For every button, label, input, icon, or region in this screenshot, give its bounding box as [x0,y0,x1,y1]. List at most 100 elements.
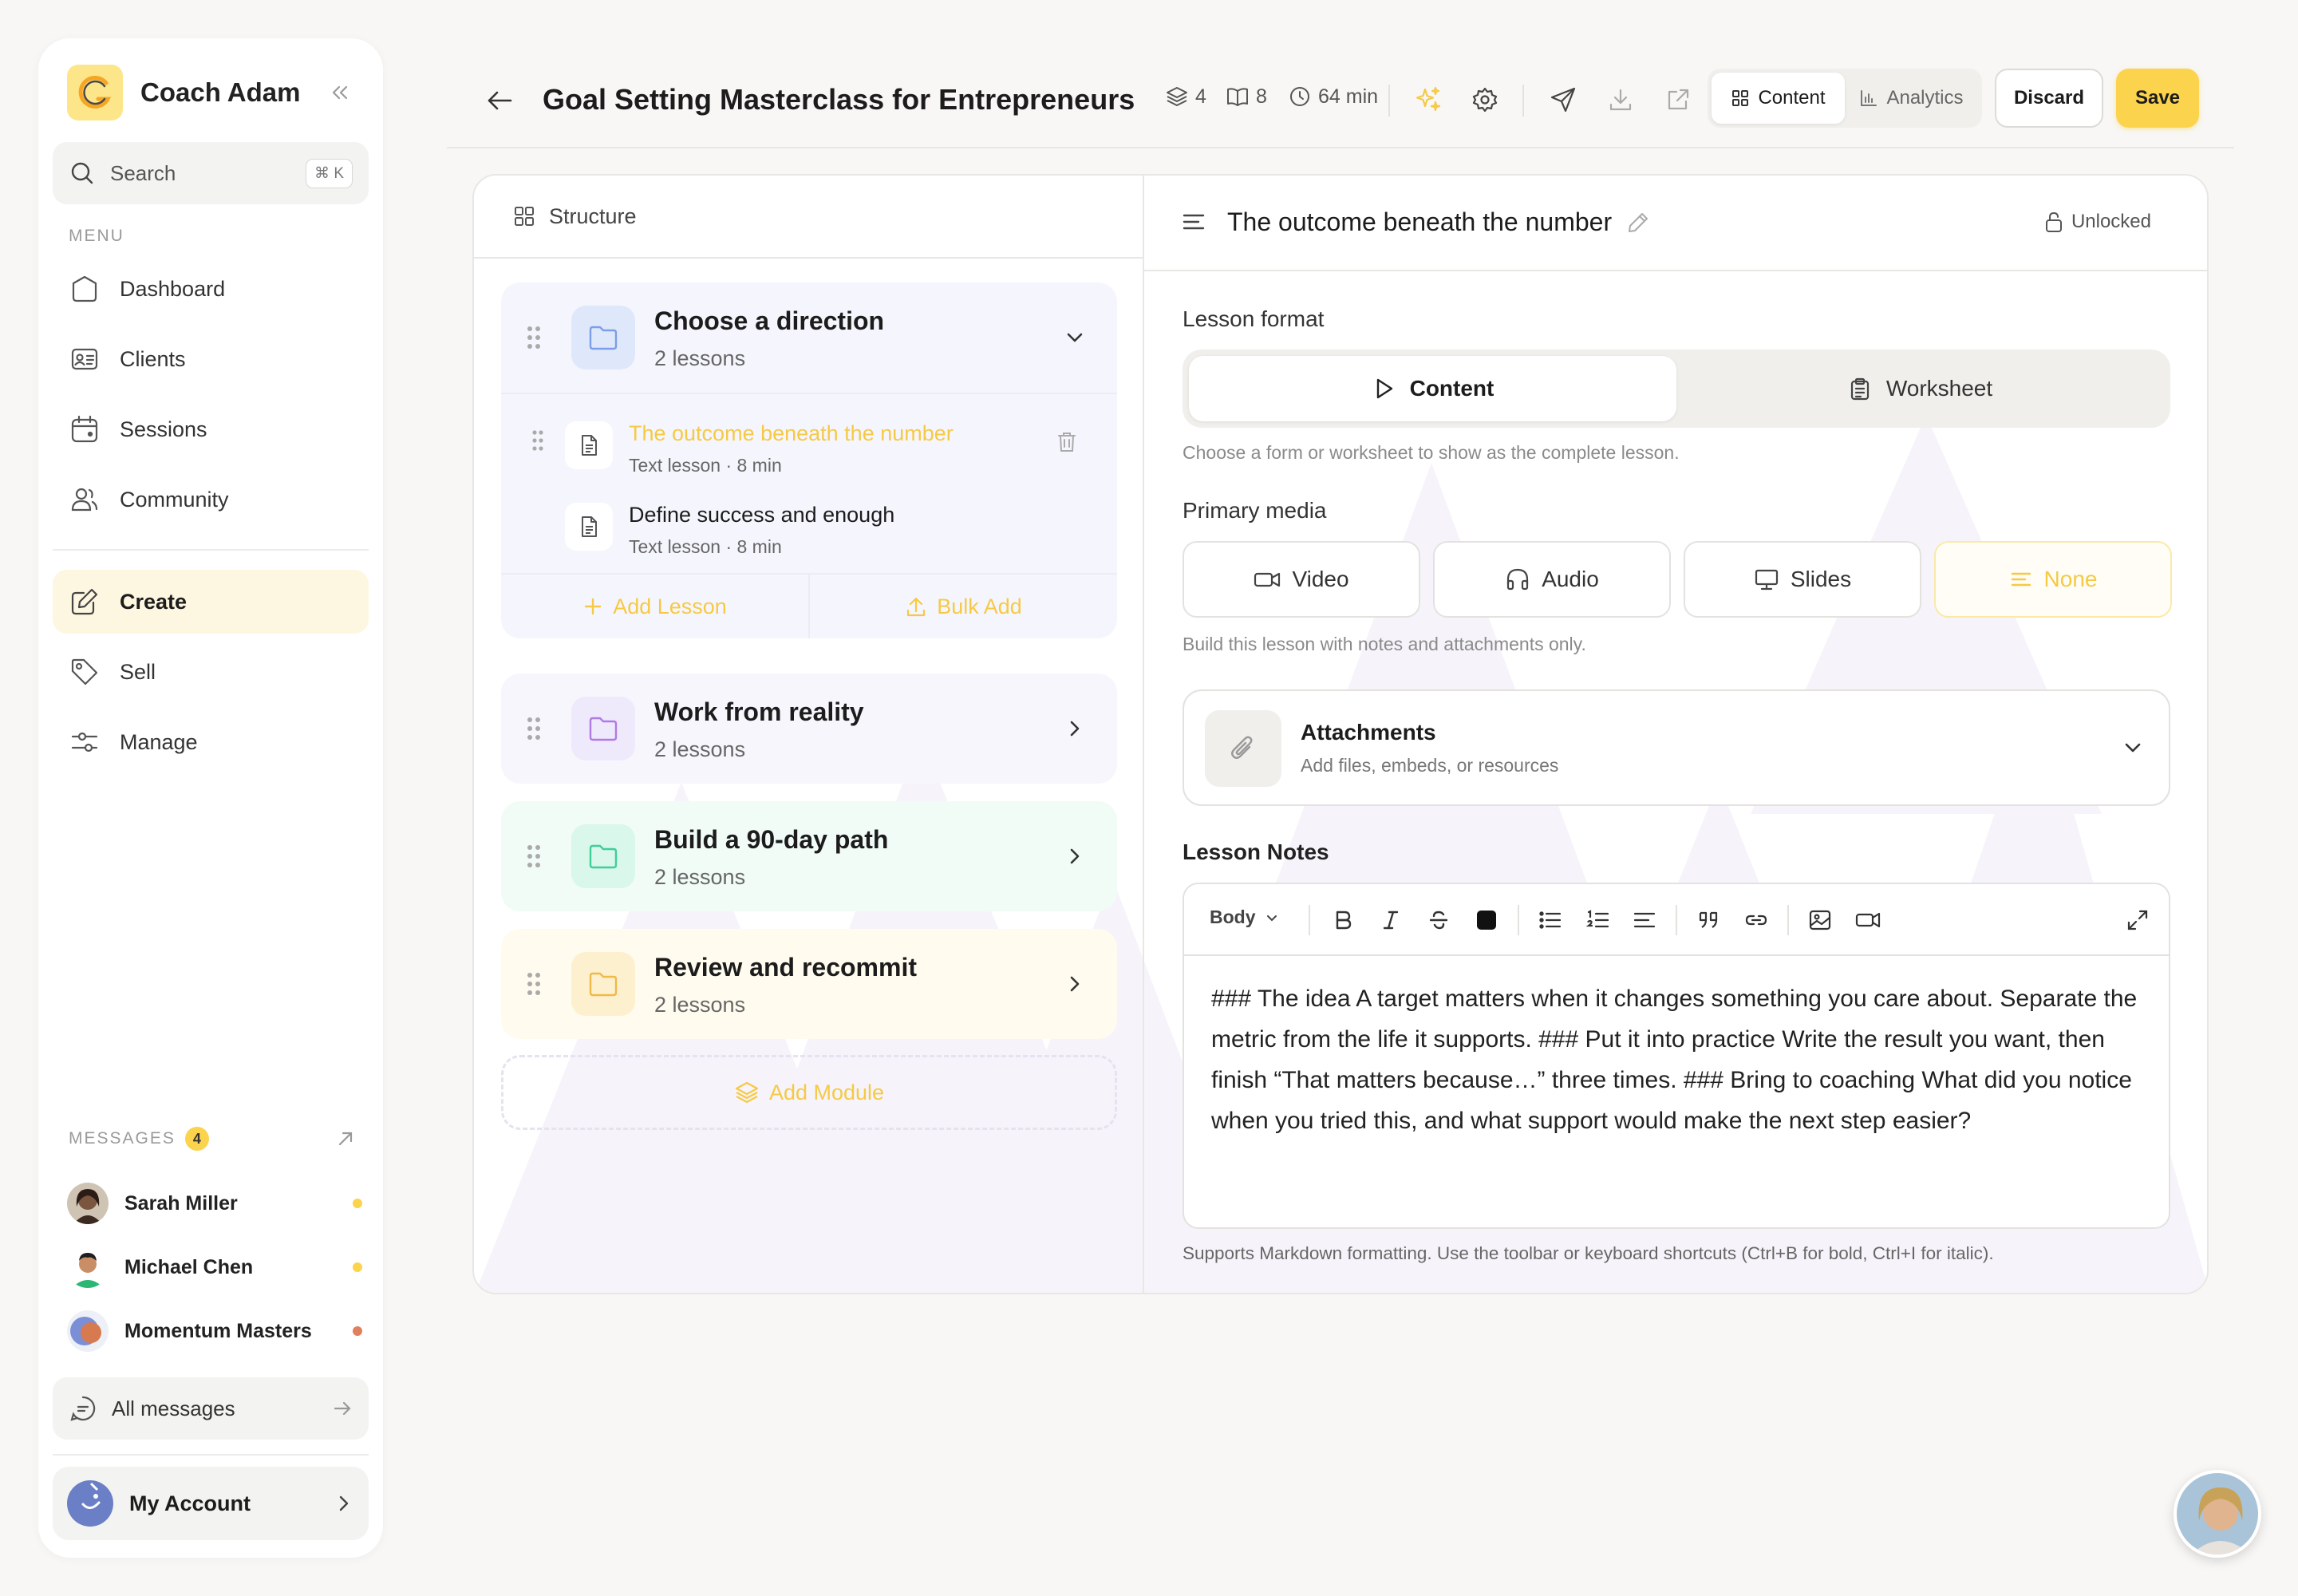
media-video-option[interactable]: Video [1183,541,1420,618]
drag-handle-icon[interactable] [527,971,541,997]
tab-content-label: Content [1758,87,1826,109]
sidebar: Coach Adam Search ⌘ K MENU Dashboard Cli… [38,38,383,1558]
message-item[interactable]: Michael Chen [67,1242,362,1293]
media-audio-option[interactable]: Audio [1433,541,1671,618]
media-none-option[interactable]: None [1934,541,2172,618]
bulk-add-button[interactable]: Bulk Add [808,575,1117,638]
gear-icon[interactable] [1468,83,1502,117]
support-chat-avatar[interactable] [2174,1470,2261,1558]
bulk-add-label: Bulk Add [937,594,1022,618]
lesson-notes-content[interactable]: ### The idea A target matters when it ch… [1211,978,2145,1141]
all-messages-button[interactable]: All messages [53,1377,369,1440]
lock-status[interactable]: Unlocked [2044,211,2151,233]
add-lesson-button[interactable]: Add Lesson [501,575,808,638]
format-content-option[interactable]: Content [1189,356,1676,421]
module-card[interactable]: Review and recommit 2 lessons [501,929,1117,1039]
discard-button[interactable]: Discard [1995,69,2103,128]
brand[interactable]: Coach Adam [67,61,354,124]
nav-community[interactable]: Community [53,468,369,531]
text-color-icon[interactable] [1473,907,1500,934]
tab-content[interactable]: Content [1712,73,1845,124]
structure-title: Structure [549,203,637,228]
drag-handle-icon[interactable] [527,716,541,741]
message-item[interactable]: Sarah Miller [67,1178,362,1229]
nav-sessions[interactable]: Sessions [53,397,369,461]
drag-handle-icon[interactable] [527,843,541,869]
edit-icon [69,586,101,618]
tab-analytics[interactable]: Analytics [1845,73,1978,124]
quote-icon[interactable] [1695,907,1722,934]
toolbar-separator [1522,85,1524,117]
module-header[interactable]: Work from reality 2 lessons [501,674,1117,784]
chevron-right-icon[interactable] [1063,972,1087,996]
attachments-section[interactable]: Attachments Add files, embeds, or resour… [1183,689,2170,806]
folder-icon [571,952,635,1016]
video-icon[interactable] [1854,907,1881,934]
image-icon[interactable] [1806,907,1834,934]
messages-count-badge: 4 [184,1127,209,1151]
notes-help-text: Supports Markdown formatting. Use the to… [1183,1243,1994,1263]
chevron-right-icon[interactable] [1063,717,1087,741]
brand-logo [67,65,123,120]
page-title: Goal Setting Masterclass for Entrepreneu… [543,83,1135,116]
attachments-title: Attachments [1301,720,1436,745]
module-card[interactable]: Work from reality 2 lessons [501,674,1117,784]
lessons-count-value: 8 [1256,85,1267,108]
lesson-notes-label: Lesson Notes [1183,839,1329,864]
module-header[interactable]: Choose a direction 2 lessons [501,282,1117,393]
structure-header: Structure [474,176,1143,259]
format-worksheet-option[interactable]: Worksheet [1676,356,2164,421]
module-header[interactable]: Review and recommit 2 lessons [501,929,1117,1039]
sparkle-ai-icon[interactable] [1411,83,1444,117]
bold-icon[interactable] [1329,907,1356,934]
lesson-item-active[interactable]: The outcome beneath the number Text less… [501,394,1117,484]
collapse-sidebar-icon[interactable] [326,78,354,107]
chevron-right-icon[interactable] [1063,844,1087,868]
open-messages-icon[interactable] [335,1128,356,1149]
nav-dashboard[interactable]: Dashboard [53,257,369,321]
drag-handle-icon[interactable] [531,429,544,452]
align-left-icon[interactable] [1631,907,1658,934]
grid-icon [1732,90,1749,106]
search-icon [69,160,96,187]
duration-value: 64 min [1318,85,1379,108]
module-lesson-count: 2 lessons [654,993,746,1017]
presentation-icon [1755,569,1778,591]
external-link-icon[interactable] [1661,83,1695,117]
unread-dot [353,1262,362,1272]
nav-sell[interactable]: Sell [53,640,369,704]
course-editor-panel: Structure Choose a direction 2 lessons T… [472,174,2209,1294]
text-style-select[interactable]: Body [1210,907,1280,928]
my-account-button[interactable]: My Account [53,1467,369,1540]
back-arrow-icon[interactable] [484,85,515,117]
lesson-item[interactable]: Define success and enough Text lesson · … [501,484,1117,573]
download-icon[interactable] [1604,83,1637,117]
community-icon [69,484,101,516]
italic-icon[interactable] [1377,907,1404,934]
add-module-button[interactable]: Add Module [501,1055,1117,1130]
chevron-down-icon[interactable] [1063,326,1087,350]
menu-lines-icon [1181,209,1206,235]
nav-clients[interactable]: Clients [53,327,369,391]
trash-icon[interactable] [1056,431,1077,453]
send-icon[interactable] [1546,83,1580,117]
chevron-down-icon[interactable] [2121,736,2145,760]
nav-create[interactable]: Create [53,570,369,634]
lesson-title-heading[interactable]: The outcome beneath the number [1227,207,1612,237]
media-slides-option[interactable]: Slides [1684,541,1921,618]
strikethrough-icon[interactable] [1425,907,1452,934]
pencil-icon[interactable] [1626,211,1650,235]
drag-handle-icon[interactable] [527,325,541,350]
bullet-list-icon[interactable] [1537,907,1564,934]
module-header[interactable]: Build a 90-day path 2 lessons [501,801,1117,911]
module-card[interactable]: Build a 90-day path 2 lessons [501,801,1117,911]
module-title: Build a 90-day path [654,825,889,854]
search-input[interactable]: Search ⌘ K [53,142,369,204]
save-button[interactable]: Save [2116,69,2199,128]
message-item[interactable]: Momentum Masters [67,1306,362,1357]
dashboard-icon [69,273,101,305]
expand-icon[interactable] [2124,907,2151,934]
link-icon[interactable] [1743,907,1770,934]
nav-manage[interactable]: Manage [53,710,369,774]
numbered-list-icon[interactable] [1585,907,1612,934]
